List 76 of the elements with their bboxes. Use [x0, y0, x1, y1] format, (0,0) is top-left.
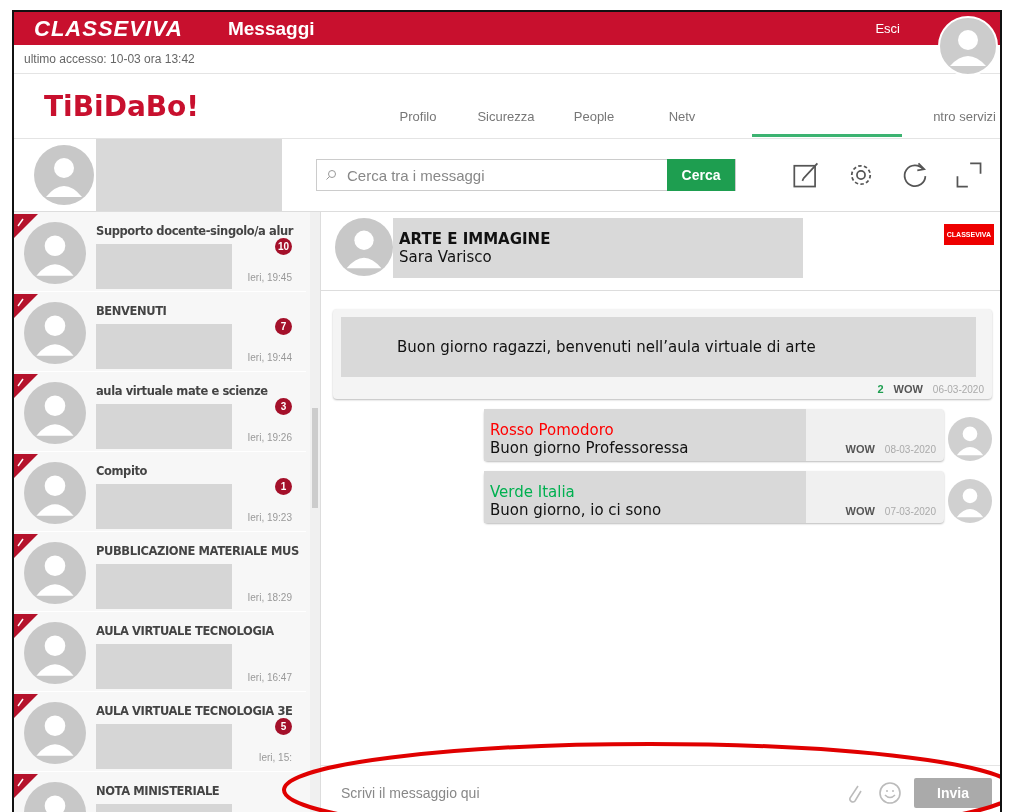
message-date: 06-03-2020 — [932, 384, 984, 395]
conversation-item[interactable]: BENVENUTI 7 Ieri, 19:44 — [14, 292, 306, 372]
unread-count-badge: 7 — [275, 318, 292, 335]
conversation-item[interactable]: aula virtuale mate e scienze 3 Ieri, 19:26 — [14, 372, 306, 452]
brand-logo: CLASSEVIVA — [34, 15, 183, 42]
conversation-title: PUBBLICAZIONE MATERIALE MUS — [96, 544, 299, 558]
conversation-item[interactable]: Supporto docente-singolo/a alur 10 Ieri, 19:45 — [14, 212, 306, 292]
message-text: Buon giorno, io ci sono — [490, 501, 663, 519]
wow-label[interactable]: WOW — [893, 383, 923, 395]
unread-count-badge: 3 — [275, 398, 292, 415]
conversation-title: AULA VIRTUALE TECNOLOGIA 3E — [96, 704, 293, 718]
avatar-icon — [335, 218, 393, 276]
conversation-item[interactable]: Compito 1 Ieri, 19:23 — [14, 452, 306, 532]
nav-tab[interactable]: Profilo — [374, 108, 462, 124]
unread-count-badge: 1 — [275, 478, 292, 495]
nav-tab[interactable]: People — [550, 108, 638, 124]
conversation-time: Ieri, 16:47 — [247, 672, 292, 683]
nav-tab[interactable]: Netv — [638, 108, 726, 124]
unread-count-badge: 5 — [275, 718, 292, 735]
scrollbar[interactable] — [310, 212, 320, 812]
search-button[interactable]: Cerca — [667, 159, 735, 191]
wow-label[interactable]: WOW — [845, 443, 875, 455]
wow-label[interactable]: WOW — [845, 505, 875, 517]
logout-link[interactable]: Esci — [875, 21, 900, 36]
conversation-time: Ieri, 19:45 — [247, 272, 292, 283]
conversation-title: aula virtuale mate e scienze — [96, 384, 268, 398]
conversation-time: Ieri, 19:44 — [247, 352, 292, 363]
conversation-title: NOTA MINISTERIALE — [96, 784, 220, 798]
message-text: Buon giorno ragazzi, benvenuti nell’aula virtuale di arte — [397, 338, 816, 356]
conversation-time: Ieri, 18:29 — [247, 592, 292, 603]
message-date: 07-03-2020 — [884, 506, 936, 517]
chat-subject: ARTE E IMMAGINE — [399, 230, 552, 248]
corner-tag-icon — [14, 774, 38, 798]
corner-tag-icon — [14, 214, 38, 238]
avatar-icon — [948, 479, 992, 523]
nav-tab[interactable]: Sicurezza — [462, 108, 550, 124]
avatar-icon — [24, 382, 86, 444]
avatar-icon — [948, 417, 992, 461]
conversation-time: Ieri, 15: — [258, 752, 292, 763]
corner-tag-icon — [14, 454, 38, 478]
corner-tag-icon — [14, 374, 38, 398]
search-icon — [325, 169, 337, 181]
avatar-icon — [24, 302, 86, 364]
conversation-item[interactable]: AULA VIRTUALE TECNOLOGIA Ieri, 16:47 — [14, 612, 306, 692]
avatar-icon — [24, 462, 86, 524]
sender-name: Verde Italia — [490, 483, 576, 501]
avatar-icon — [24, 702, 86, 764]
avatar-icon — [34, 145, 94, 205]
nav-tab[interactable]: ntro servizi — [916, 108, 1000, 124]
sender-name: Rosso Pomodoro — [490, 421, 615, 439]
conversation-title: AULA VIRTUALE TECNOLOGIA — [96, 624, 274, 638]
wow-count: 2 — [877, 383, 884, 395]
conversation-time: Ieri, 19:26 — [247, 432, 292, 443]
avatar-icon — [24, 222, 86, 284]
conversation-item[interactable]: PUBBLICAZIONE MATERIALE MUS Ieri, 18:29 — [14, 532, 306, 612]
page-title: Messaggi — [227, 17, 315, 40]
avatar-icon — [24, 542, 86, 604]
conversation-title: Supporto docente-singolo/a alur — [96, 224, 293, 238]
avatar-icon — [24, 622, 86, 684]
conversation-time: Ieri, 19:23 — [247, 512, 292, 523]
expand-icon[interactable] — [954, 160, 984, 190]
message-date: 08-03-2020 — [884, 444, 936, 455]
unread-count-badge: 10 — [275, 238, 292, 255]
corner-tag-icon — [14, 294, 38, 318]
chat-author: Sara Varisco — [399, 248, 493, 266]
school-logo: TiBiDaBo! — [44, 89, 201, 123]
conversation-item[interactable]: AULA VIRTUALE TECNOLOGIA 3E 5 Ieri, 15: — [14, 692, 306, 772]
search-field[interactable]: Cerca tra i messaggi Cerca — [316, 159, 736, 191]
last-access-text: ultimo accesso: 10-03 ora 13:42 — [24, 52, 195, 66]
corner-tag-icon — [14, 534, 38, 558]
conversation-title: BENVENUTI — [96, 304, 167, 318]
corner-tag-icon — [14, 694, 38, 718]
user-avatar-icon[interactable] — [938, 16, 998, 76]
message-text: Buon giorno Professoressa — [490, 439, 690, 457]
conversation-title: Compito — [96, 464, 148, 478]
corner-tag-icon — [14, 614, 38, 638]
